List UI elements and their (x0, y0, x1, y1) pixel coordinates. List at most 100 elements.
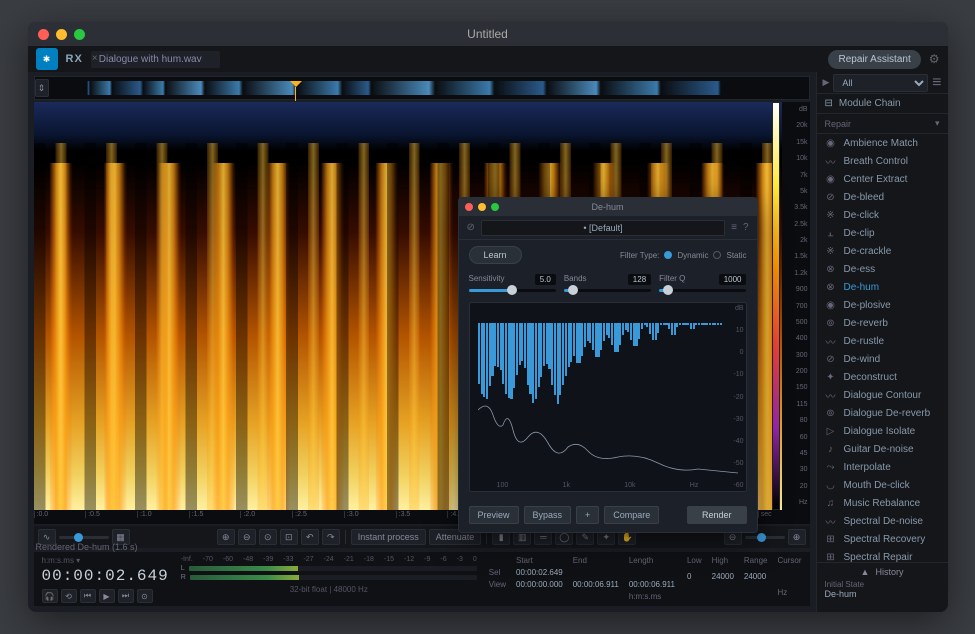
module-icon: ⊗ (825, 281, 837, 293)
next-icon[interactable]: ⏭ (118, 589, 134, 603)
bypass-button[interactable]: Bypass (524, 506, 572, 524)
modal-close-icon[interactable] (465, 203, 473, 211)
module-item-de-hum[interactable]: ⊗De-hum (817, 278, 948, 296)
settings-icon[interactable]: ⚙ (929, 52, 940, 66)
module-item-dialogue-de-reverb[interactable]: ⊚Dialogue De-reverb (817, 404, 948, 422)
slider-filter-q[interactable]: Filter Q1000 (659, 274, 746, 292)
modal-zoom-icon[interactable] (491, 203, 499, 211)
module-item-guitar-de-noise[interactable]: ♪Guitar De-noise (817, 440, 948, 458)
module-item-interpolate[interactable]: ⤳Interpolate (817, 458, 948, 476)
slider-sensitivity[interactable]: Sensitivity5.0 (469, 274, 556, 292)
module-item-de-reverb[interactable]: ⊚De-reverb (817, 314, 948, 332)
module-icon: ⊘ (825, 191, 837, 203)
minimize-icon[interactable] (56, 29, 67, 40)
module-item-center-extract[interactable]: ◉Center Extract (817, 170, 948, 188)
module-item-mouth-de-click[interactable]: ◡Mouth De-click (817, 476, 948, 494)
history-panel: ▲History Initial State De-hum (817, 562, 948, 612)
render-button[interactable]: Render (687, 506, 747, 524)
modal-min-icon[interactable] (478, 203, 486, 211)
learn-button[interactable]: Learn (469, 246, 522, 264)
module-chain-row[interactable]: ⊟ Module Chain (817, 94, 948, 114)
record-icon[interactable]: ⊙ (137, 589, 153, 603)
modal-help-icon[interactable]: ? (743, 222, 749, 233)
static-radio[interactable] (713, 251, 721, 259)
prev-icon[interactable]: ⏮ (80, 589, 96, 603)
module-item-spectral-repair[interactable]: ⊞Spectral Repair (817, 548, 948, 562)
transport-bar: h:m:s.ms ▾ 00:00:02.649 🎧 ⟲ ⏮ ▶ ⏭ ⊙ -Inf… (34, 552, 810, 606)
brand-block: RX (66, 53, 83, 65)
timecode-block: h:m:s.ms ▾ 00:00:02.649 🎧 ⟲ ⏮ ▶ ⏭ ⊙ (42, 556, 169, 602)
loop-icon[interactable]: ⟲ (61, 589, 77, 603)
module-icon: ⊞ (825, 533, 837, 545)
overview-waveform[interactable]: ⇕ (34, 76, 810, 100)
expand-icon[interactable]: ▶ (823, 77, 830, 88)
module-item-de-rustle[interactable]: 〰De-rustle (817, 332, 948, 350)
slider-bands[interactable]: Bands128 (564, 274, 651, 292)
close-icon[interactable] (38, 29, 49, 40)
module-item-spectral-recovery[interactable]: ⊞Spectral Recovery (817, 530, 948, 548)
module-item-de-crackle[interactable]: ※De-crackle (817, 242, 948, 260)
module-icon: ♫ (825, 497, 837, 509)
history-initial[interactable]: Initial State (825, 580, 940, 589)
repair-assistant-button[interactable]: Repair Assistant (828, 50, 920, 69)
instant-process-toggle[interactable]: Instant process (351, 529, 426, 545)
view-blend-slider[interactable] (59, 536, 109, 539)
module-list[interactable]: ◉Ambience Match〰Breath Control◉Center Ex… (817, 134, 948, 562)
preset-dropdown[interactable]: • [Default] (481, 220, 725, 236)
module-item-de-plosive[interactable]: ◉De-plosive (817, 296, 948, 314)
module-item-de-clip[interactable]: ⫠De-clip (817, 224, 948, 242)
module-item-de-bleed[interactable]: ⊘De-bleed (817, 188, 948, 206)
module-item-deconstruct[interactable]: ✦Deconstruct (817, 368, 948, 386)
meter-scale: -Inf.-70-60-48-39-33-27-24-21-18-15-12-9… (181, 556, 477, 563)
modal-title: De-hum (591, 202, 623, 212)
time-format-dropdown[interactable]: h:m:s.ms ▾ (42, 556, 169, 565)
modal-power-icon[interactable]: ⊘ (467, 222, 475, 233)
list-menu-icon[interactable]: ≡ (932, 74, 941, 92)
zoom-v-in-icon[interactable]: ⊕ (788, 529, 806, 545)
overview-collapse-icon[interactable]: ⇕ (35, 79, 49, 97)
module-item-music-rebalance[interactable]: ♫Music Rebalance (817, 494, 948, 512)
zoom-selection-icon[interactable]: ⊙ (259, 529, 277, 545)
preset-menu-icon[interactable]: ≡ (731, 222, 737, 233)
graph-reduction-bars (478, 323, 722, 398)
module-icon: ⊚ (825, 317, 837, 329)
file-tab[interactable]: × Dialogue with hum.wav (91, 51, 220, 68)
play-icon[interactable]: ▶ (99, 589, 115, 603)
close-tab-icon[interactable]: × (89, 53, 101, 64)
titlebar: Untitled (28, 22, 948, 46)
repair-section-header[interactable]: Repair ▾ (817, 114, 948, 134)
meter-l-bar (189, 566, 477, 571)
module-filter-dropdown[interactable]: All (833, 74, 928, 92)
module-icon: ◡ (825, 479, 837, 491)
compare-add-button[interactable]: + (576, 506, 599, 524)
module-item-de-ess[interactable]: ⊗De-ess (817, 260, 948, 278)
playhead-marker[interactable] (290, 75, 302, 87)
compare-button[interactable]: Compare (604, 506, 659, 524)
top-toolbar: ✱ RX × Dialogue with hum.wav Repair Assi… (28, 46, 948, 72)
zoom-in-icon[interactable]: ⊕ (217, 529, 235, 545)
headphones-icon[interactable]: 🎧 (42, 589, 58, 603)
module-item-breath-control[interactable]: 〰Breath Control (817, 152, 948, 170)
module-icon: 〰 (825, 155, 837, 167)
history-current[interactable]: De-hum (825, 589, 940, 599)
module-item-de-wind[interactable]: ⊘De-wind (817, 350, 948, 368)
module-item-de-click[interactable]: ※De-click (817, 206, 948, 224)
chain-icon: ⊟ (825, 98, 833, 109)
module-item-dialogue-isolate[interactable]: ▷Dialogue Isolate (817, 422, 948, 440)
undo-icon[interactable]: ↶ (301, 529, 319, 545)
module-icon: 〰 (825, 389, 837, 401)
module-panel: ▶ All ≡ ⊟ Module Chain Repair ▾ ◉Ambienc… (816, 72, 948, 612)
preview-button[interactable]: Preview (469, 506, 519, 524)
zoom-icon[interactable] (74, 29, 85, 40)
module-icon: ✦ (825, 371, 837, 383)
zoom-out-icon[interactable]: ⊖ (238, 529, 256, 545)
module-item-dialogue-contour[interactable]: 〰Dialogue Contour (817, 386, 948, 404)
redo-icon[interactable]: ↷ (322, 529, 340, 545)
module-item-spectral-de-noise[interactable]: 〰Spectral De-noise (817, 512, 948, 530)
module-item-ambience-match[interactable]: ◉Ambience Match (817, 134, 948, 152)
zoom-v-slider[interactable] (745, 536, 785, 539)
zoom-fit-icon[interactable]: ⊡ (280, 529, 298, 545)
brand-name: RX (66, 53, 83, 65)
dynamic-radio[interactable] (664, 251, 672, 259)
modal-sliders: Sensitivity5.0 Bands128 Filter Q1000 (459, 270, 757, 302)
